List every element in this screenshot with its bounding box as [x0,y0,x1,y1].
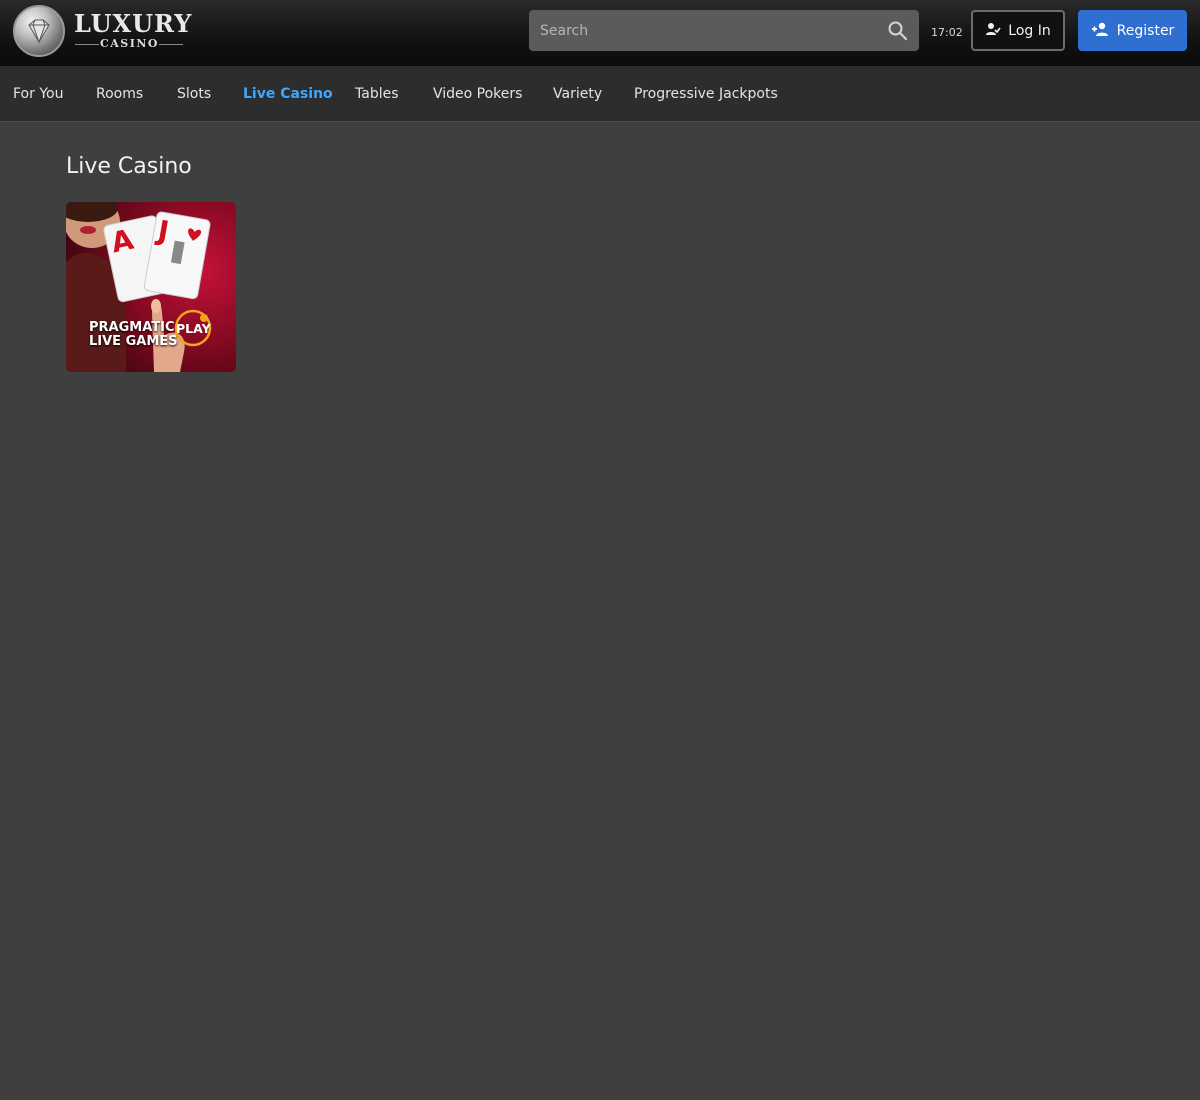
nav-item-live-casino[interactable]: Live Casino [243,66,333,122]
search-bar [529,10,919,51]
login-button[interactable]: Log In [971,10,1065,51]
logo-divider [75,44,99,45]
provider-logo-play: PLAY [176,321,212,336]
nav-item-variety[interactable]: Variety [553,66,602,122]
logo-subtitle: CASINO [100,37,160,50]
game-tile[interactable]: A J PLAY PRAGMATIC LIVE GAMES [66,202,236,372]
luxury-casino-logo[interactable]: LUXURY CASINO [13,5,191,59]
nav-item-video-pokers[interactable]: Video Pokers [433,66,522,122]
nav-item-tables[interactable]: Tables [355,66,399,122]
nav-item-slots[interactable]: Slots [177,66,211,122]
page-title: Live Casino [66,154,192,179]
user-add-icon [1091,21,1109,41]
top-header: LUXURY CASINO 17:02 Log In [0,0,1200,66]
logo-subtitle-wrap: CASINO [75,37,183,51]
register-button[interactable]: Register [1078,10,1187,51]
category-nav: For You Rooms Slots Live Casino Tables V… [0,66,1200,122]
search-input[interactable] [529,10,879,51]
search-icon[interactable] [885,18,911,44]
login-label: Log In [1008,22,1051,39]
diamond-icon [13,5,65,57]
nav-item-for-you[interactable]: For You [13,66,63,122]
provider-subtitle: LIVE GAMES [89,334,178,349]
register-label: Register [1116,22,1175,39]
user-check-icon [985,21,1001,41]
logo-divider [159,44,183,45]
logo-title: LUXURY [74,9,193,38]
provider-label: PRAGMATIC LIVE GAMES [89,321,178,349]
nav-item-rooms[interactable]: Rooms [96,66,143,122]
provider-name: PRAGMATIC [89,320,175,335]
nav-item-progressive-jackpots[interactable]: Progressive Jackpots [634,66,778,122]
clock: 17:02 [931,26,963,39]
